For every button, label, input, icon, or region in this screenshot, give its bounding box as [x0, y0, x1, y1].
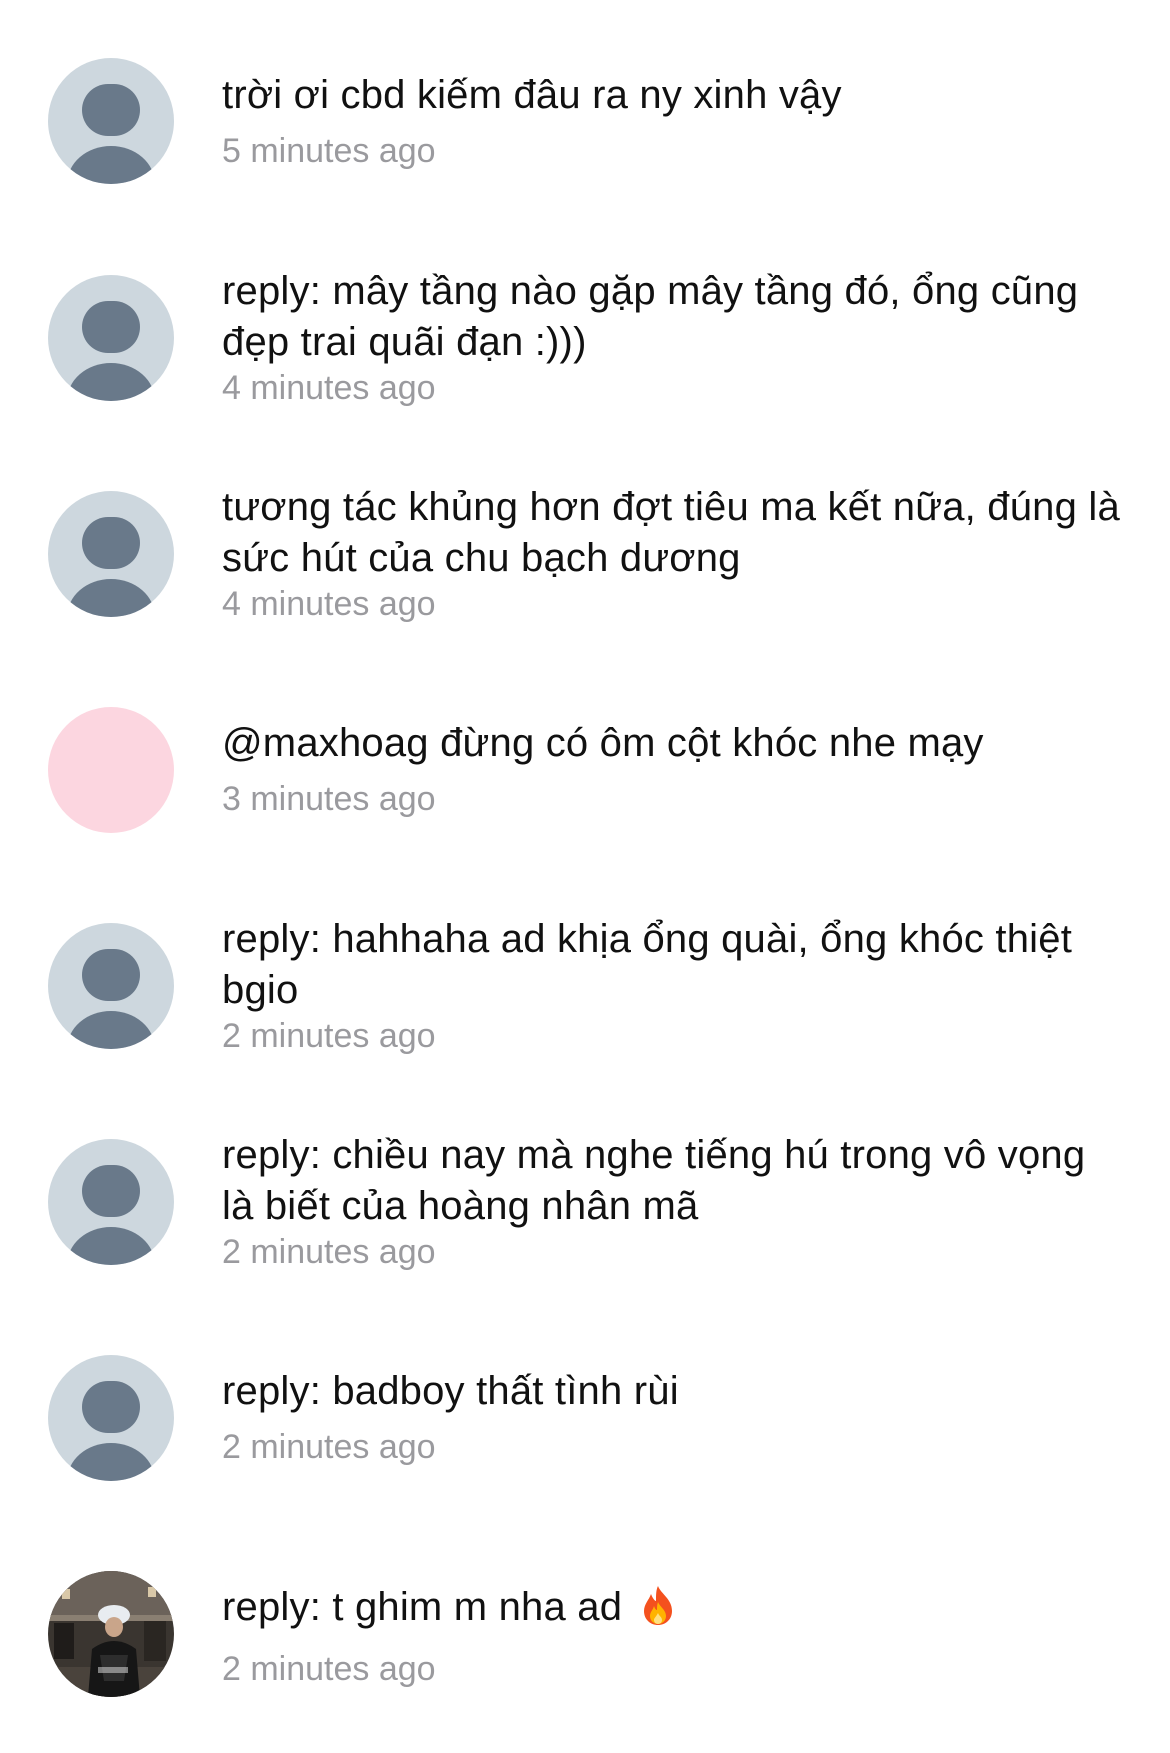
comment-text: trời ơi cbd kiếm đâu ra ny xinh vậy: [222, 73, 842, 117]
comment-text: reply: t ghim m nha ad: [222, 1582, 1122, 1639]
default-person-icon[interactable]: [48, 491, 174, 617]
user-photo[interactable]: [48, 1571, 174, 1697]
comment-body: reply: hahhaha ad khịa ổng quài, ổng khó…: [222, 914, 1122, 1056]
comment-list: trời ơi cbd kiếm đâu ra ny xinh vậy 5 mi…: [0, 0, 1170, 1753]
comment-timestamp: 4 minutes ago: [222, 369, 436, 407]
comment-timestamp: 4 minutes ago: [222, 585, 436, 623]
comment-body: reply: chiều nay mà nghe tiếng hú trong …: [222, 1130, 1122, 1272]
comment-text: reply: hahhaha ad khịa ổng quài, ổng khó…: [222, 917, 1084, 1012]
fire-emoji-icon: [641, 1584, 675, 1639]
comment-text: @maxhoag đừng có ôm cột khóc nhe mạy: [222, 721, 984, 765]
comment-timestamp: 3 minutes ago: [222, 780, 436, 818]
comment-body: reply: t ghim m nha ad 2 minutes ago: [222, 1582, 1122, 1689]
default-person-icon[interactable]: [48, 275, 174, 401]
comment-body: @maxhoag đừng có ôm cột khóc nhe mạy 3 m…: [222, 718, 1122, 819]
comment-text: reply: badboy thất tình rùi: [222, 1369, 679, 1413]
comment-text: tương tác khủng hơn đợt tiêu ma kết nữa,…: [222, 485, 1132, 580]
default-person-icon[interactable]: [48, 58, 174, 184]
comment-timestamp: 5 minutes ago: [222, 132, 436, 170]
comment-body: reply: mây tầng nào gặp mây tầng đó, ổng…: [222, 266, 1122, 408]
default-person-icon[interactable]: [48, 1139, 174, 1265]
default-person-icon[interactable]: [48, 1355, 174, 1481]
comment-text: reply: chiều nay mà nghe tiếng hú trong …: [222, 1133, 1097, 1228]
pink-avatar[interactable]: [48, 707, 174, 833]
comment-body: tương tác khủng hơn đợt tiêu ma kết nữa,…: [222, 482, 1122, 624]
comment-timestamp: 2 minutes ago: [222, 1017, 436, 1055]
comment-body: reply: badboy thất tình rùi 2 minutes ag…: [222, 1366, 1122, 1467]
comment-text-content: reply: t ghim m nha ad: [222, 1585, 634, 1629]
comment-timestamp: 2 minutes ago: [222, 1650, 436, 1688]
default-person-icon[interactable]: [48, 923, 174, 1049]
comment-body: trời ơi cbd kiếm đâu ra ny xinh vậy 5 mi…: [222, 70, 1122, 171]
comment-timestamp: 2 minutes ago: [222, 1233, 436, 1271]
comment-timestamp: 2 minutes ago: [222, 1428, 436, 1466]
comment-text: reply: mây tầng nào gặp mây tầng đó, ổng…: [222, 269, 1090, 364]
